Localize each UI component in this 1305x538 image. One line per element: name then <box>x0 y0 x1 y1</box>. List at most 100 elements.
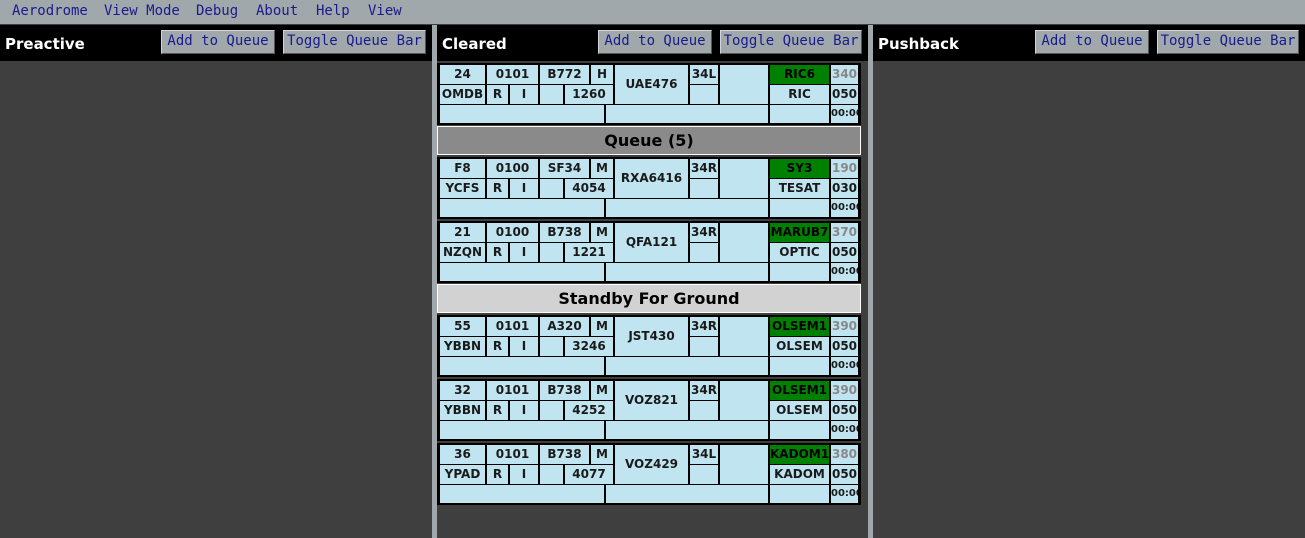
strip-ifr-flag[interactable]: I <box>510 337 538 356</box>
flight-strip[interactable]: 36 0101 B738 M VOZ429 34L KADOM1 380 YPAD R I 4077 K… <box>437 443 861 505</box>
strip-time[interactable]: 00:00 <box>831 263 858 281</box>
strip-remarks-box[interactable] <box>606 105 768 123</box>
strip-stand[interactable]: 55 <box>440 317 485 336</box>
add-to-queue-button[interactable]: Add to Queue <box>161 30 275 54</box>
strip-stand[interactable]: F8 <box>440 159 485 178</box>
strip-destination[interactable]: YPAD <box>440 465 485 484</box>
strip-ssr-code[interactable]: 0101 <box>487 317 538 336</box>
strip-wake-category[interactable]: M <box>591 317 613 336</box>
strip-blank-box[interactable] <box>770 105 829 123</box>
flight-strip[interactable]: 55 0101 A320 M JST430 34R OLSEM1 390 YBBN R I 3246 O… <box>437 315 861 377</box>
strip-remarks-box[interactable] <box>440 199 604 217</box>
strip-first-waypoint[interactable]: OLSEM <box>770 401 829 420</box>
strip-blank-box[interactable] <box>690 179 718 198</box>
strip-destination[interactable]: YCFS <box>440 179 485 198</box>
strip-sid[interactable]: KADOM1 <box>770 445 829 464</box>
strip-stand[interactable]: 21 <box>440 223 485 242</box>
menu-debug[interactable]: Debug <box>196 3 238 19</box>
strip-runway[interactable]: 34R <box>690 381 718 400</box>
strip-runway[interactable]: 34R <box>690 159 718 178</box>
strip-blank-box[interactable] <box>690 243 718 262</box>
strip-remarks-box[interactable] <box>606 199 768 217</box>
strip-sid[interactable]: RIC6 <box>770 65 829 84</box>
strip-ifr-flag[interactable]: I <box>510 85 538 104</box>
strip-remarks-box[interactable] <box>606 263 768 281</box>
strip-blank-box[interactable] <box>770 421 829 439</box>
strip-callsign[interactable]: RXA6416 <box>615 159 688 198</box>
strip-cleared-level[interactable]: 050 <box>831 243 858 262</box>
strip-destination[interactable]: OMDB <box>440 85 485 104</box>
strip-blank-box[interactable] <box>720 445 768 484</box>
strip-first-waypoint[interactable]: OPTIC <box>770 243 829 262</box>
strip-aircraft-type[interactable]: A320 <box>540 317 589 336</box>
flight-strip[interactable]: F8 0100 SF34 M RXA6416 34R SY3 190 YCFS R I 4054 TES… <box>437 157 861 219</box>
toggle-queue-bar-button[interactable]: Toggle Queue Bar <box>1157 30 1299 54</box>
strip-callsign[interactable]: VOZ429 <box>615 445 688 484</box>
strip-destination[interactable]: YBBN <box>440 337 485 356</box>
strip-requested-level[interactable]: 340 <box>831 65 858 84</box>
strip-ifr-flag[interactable]: I <box>510 179 538 198</box>
strip-wake-category[interactable]: M <box>591 223 613 242</box>
strip-blank-box[interactable] <box>770 263 829 281</box>
strip-blank-box[interactable] <box>720 65 768 104</box>
strip-aircraft-type[interactable]: SF34 <box>540 159 589 178</box>
menu-help[interactable]: Help <box>316 3 350 19</box>
strip-ssr-code[interactable]: 0101 <box>487 445 538 464</box>
strip-wake-category[interactable]: M <box>591 445 613 464</box>
strip-squawk[interactable]: 1260 <box>565 85 613 104</box>
strip-first-waypoint[interactable]: OLSEM <box>770 337 829 356</box>
strip-cleared-level[interactable]: 030 <box>831 179 858 198</box>
strip-ssr-code[interactable]: 0101 <box>487 381 538 400</box>
strip-squawk[interactable]: 3246 <box>565 337 613 356</box>
strip-requested-level[interactable]: 380 <box>831 445 858 464</box>
menu-about[interactable]: About <box>256 3 298 19</box>
strip-callsign[interactable]: UAE476 <box>615 65 688 104</box>
toggle-queue-bar-button[interactable]: Toggle Queue Bar <box>720 30 862 54</box>
strip-aircraft-type[interactable]: B738 <box>540 381 589 400</box>
strip-squawk[interactable]: 1221 <box>565 243 613 262</box>
strip-blank-box[interactable] <box>540 243 563 262</box>
strip-sid[interactable]: MARUB7 <box>770 223 829 242</box>
toggle-queue-bar-button[interactable]: Toggle Queue Bar <box>283 30 426 54</box>
strip-stand[interactable]: 36 <box>440 445 485 464</box>
add-to-queue-button[interactable]: Add to Queue <box>598 30 712 54</box>
strip-runway[interactable]: 34R <box>690 317 718 336</box>
strip-blank-box[interactable] <box>690 85 718 104</box>
strip-blank-box[interactable] <box>770 485 829 503</box>
strip-remarks-box[interactable] <box>606 485 768 503</box>
strip-remarks-box[interactable] <box>440 105 604 123</box>
strip-remarks-box[interactable] <box>440 485 604 503</box>
strip-squawk[interactable]: 4252 <box>565 401 613 420</box>
strip-time[interactable]: 00:00 <box>831 199 858 217</box>
strip-cleared-level[interactable]: 050 <box>831 465 858 484</box>
strip-cleared-level[interactable]: 050 <box>831 337 858 356</box>
strip-ifr-flag[interactable]: I <box>510 243 538 262</box>
strip-sid[interactable]: OLSEM1 <box>770 317 829 336</box>
strip-callsign[interactable]: VOZ821 <box>615 381 688 420</box>
strip-squawk[interactable]: 4054 <box>565 179 613 198</box>
flight-strip[interactable]: 32 0101 B738 M VOZ821 34R OLSEM1 390 YBBN R I 4252 O… <box>437 379 861 441</box>
strip-sid[interactable]: SY3 <box>770 159 829 178</box>
strip-flight-rules[interactable]: R <box>487 465 508 484</box>
strip-stand[interactable]: 24 <box>440 65 485 84</box>
flight-strip[interactable]: 21 0100 B738 M QFA121 34R MARUB7 370 NZQN R I 1221 O… <box>437 221 861 283</box>
strip-blank-box[interactable] <box>720 223 768 262</box>
strip-time[interactable]: 00:00 <box>831 485 858 503</box>
strip-blank-box[interactable] <box>540 401 563 420</box>
strip-time[interactable]: 00:00 <box>831 105 858 123</box>
strip-blank-box[interactable] <box>540 179 563 198</box>
strip-requested-level[interactable]: 390 <box>831 381 858 400</box>
strip-callsign[interactable]: QFA121 <box>615 223 688 262</box>
strip-cleared-level[interactable]: 050 <box>831 401 858 420</box>
strip-first-waypoint[interactable]: TESAT <box>770 179 829 198</box>
strip-destination[interactable]: NZQN <box>440 243 485 262</box>
strip-squawk[interactable]: 4077 <box>565 465 613 484</box>
strip-remarks-box[interactable] <box>440 263 604 281</box>
strip-wake-category[interactable]: M <box>591 159 613 178</box>
strip-aircraft-type[interactable]: B772 <box>540 65 589 84</box>
strip-first-waypoint[interactable]: RIC <box>770 85 829 104</box>
strip-blank-box[interactable] <box>690 465 718 484</box>
strip-callsign[interactable]: JST430 <box>615 317 688 356</box>
flight-strip[interactable]: 24 0101 B772 H UAE476 34L RIC6 340 OMDB R I 1260 RIC… <box>437 63 861 125</box>
strip-blank-box[interactable] <box>770 199 829 217</box>
